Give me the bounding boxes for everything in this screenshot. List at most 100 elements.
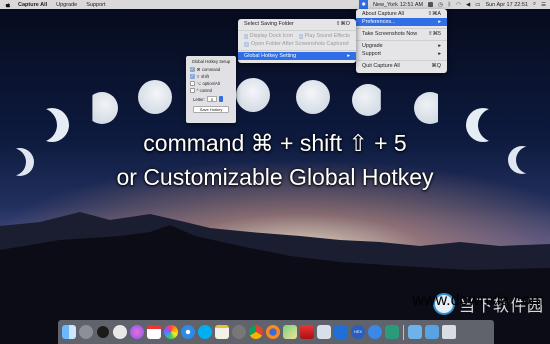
calendar-icon[interactable] [147, 325, 161, 339]
menu-item-label: About Capture All [362, 11, 404, 17]
menu-item-global-hotkey-setting[interactable]: Global Hotkey Setting ▸ [238, 52, 356, 60]
itunes-icon[interactable] [130, 325, 144, 339]
option-alt[interactable]: ⌥ option/Alt [186, 80, 236, 87]
bluetooth-icon[interactable]: ᛒ [448, 2, 451, 8]
menu-app-name[interactable]: Capture All [18, 2, 47, 8]
menu-shortcut: ⌘Q [431, 63, 441, 69]
settings-icon[interactable] [232, 325, 246, 339]
downloads-icon[interactable] [425, 325, 439, 339]
menu-item-quit[interactable]: Quit Capture All ⌘Q [356, 62, 447, 70]
checkbox-checked-icon[interactable]: ✓ [244, 41, 249, 47]
safari-icon[interactable] [181, 325, 195, 339]
letter-dropdown-icon[interactable] [218, 96, 223, 102]
caption-line-1: command ⌘ + shift ⇧ + 5 [143, 130, 407, 156]
volume-icon[interactable]: ◀ [466, 2, 470, 8]
menu-item-preferences[interactable]: Preferences... ▸ [356, 18, 447, 26]
menu-item-label: Open Folder After Screenshots Captured [251, 41, 349, 47]
checkbox-checked-icon[interactable]: ✓ [244, 33, 248, 39]
letter-label: Letter: [193, 96, 205, 102]
watermark-url: www.downxia.com [412, 292, 544, 309]
trash-icon[interactable] [442, 325, 456, 339]
timemachine-icon[interactable]: ◷ [438, 2, 443, 8]
menu-separator [356, 39, 447, 41]
timezone-clock[interactable]: New_York 12:51 AM [373, 2, 423, 8]
menu-item-label: Preferences... [362, 19, 396, 25]
menu-item-take-screenshots[interactable]: Take Screenshots Now ⇧⌘5 [356, 30, 447, 38]
option-label: ⌥ option/Alt [196, 81, 220, 86]
chrome-icon[interactable] [249, 325, 263, 339]
moon-phase [236, 78, 270, 112]
finder-icon[interactable] [62, 325, 76, 339]
app-dropdown-menu: About Capture All ⇧⌘A Preferences... ▸ Tak… [356, 9, 447, 73]
panel-title: Global Hotkey Setup [191, 59, 231, 64]
dock-separator [403, 324, 404, 340]
capture-all-status-icon[interactable]: ✸ [359, 0, 368, 9]
menu-shortcut: ⇧⌘A [427, 11, 441, 17]
menu-item-label: Upgrade [362, 43, 383, 49]
menu-support[interactable]: Support [86, 2, 105, 8]
preview-icon[interactable] [317, 325, 331, 339]
photos-icon[interactable] [164, 325, 178, 339]
dashboard-icon[interactable] [96, 325, 110, 339]
menu-separator [238, 49, 356, 51]
notification-center-icon[interactable]: ☰ [541, 2, 546, 8]
search-icon[interactable]: ⌕ [533, 1, 536, 8]
preferences-submenu: Select Saving Folder ⇧⌘O ✓ Display Dock I… [238, 19, 356, 63]
caption-line-2: or Customizable Global Hotkey [116, 164, 434, 190]
option-label: ^ control [196, 88, 213, 93]
letter-field[interactable]: 5 [206, 96, 217, 102]
quicktime-icon[interactable] [368, 325, 382, 339]
hex-icon[interactable]: HEX [351, 325, 365, 339]
option-control[interactable]: ^ control [186, 87, 236, 94]
moon-phase [296, 80, 330, 114]
firefox-icon[interactable] [266, 325, 280, 339]
menu-item-display-dock-icon[interactable]: ✓ Display Dock Icon ✓ Play Sound Effects [238, 32, 356, 40]
battery-icon[interactable]: ▭ [475, 2, 480, 8]
menu-item-label: Support [362, 51, 381, 57]
menu-item-select-saving-folder[interactable]: Select Saving Folder ⇧⌘O [238, 20, 356, 28]
moon-phase [138, 80, 172, 114]
wifi-icon[interactable]: ◠ [456, 2, 461, 8]
menu-item-label: Play Sound Effects [304, 33, 350, 39]
checkbox-unchecked-icon[interactable] [190, 81, 195, 86]
menu-item-open-folder-after[interactable]: ✓ Open Folder After Screenshots Captured [238, 40, 356, 48]
menu-shortcut: ⇧⌘5 [428, 31, 441, 37]
menu-bar: Capture All Upgrade Support ✸ New_York 1… [0, 0, 550, 9]
maps-icon[interactable] [283, 325, 297, 339]
app-icon[interactable] [300, 325, 314, 339]
status-icon[interactable] [428, 2, 434, 7]
menu-item-label: Global Hotkey Setting [244, 53, 297, 59]
menu-item-label: Take Screenshots Now [362, 31, 418, 37]
option-shift[interactable]: ✓ ⇧ shift [186, 73, 236, 80]
save-hotkey-button[interactable]: Save Hotkey [193, 106, 229, 113]
folder-icon[interactable] [408, 325, 422, 339]
apple-icon[interactable] [5, 2, 11, 8]
checkbox-checked-icon[interactable]: ✓ [190, 74, 195, 79]
checkbox-unchecked-icon[interactable] [190, 88, 195, 93]
submenu-arrow-icon: ▸ [438, 51, 441, 57]
clock-icon[interactable] [113, 325, 127, 339]
skype-icon[interactable] [198, 325, 212, 339]
menu-item-about[interactable]: About Capture All ⇧⌘A [356, 10, 447, 18]
timezone-label: New_York [372, 1, 398, 8]
capture-icon[interactable] [385, 325, 399, 339]
notes-icon[interactable] [215, 325, 229, 339]
menu-item-label: Display Dock Icon [249, 33, 293, 39]
checkbox-checked-icon[interactable]: ✓ [298, 33, 303, 39]
moon-phase [352, 84, 381, 116]
checkbox-checked-icon[interactable]: ✓ [190, 67, 195, 72]
menu-separator [356, 59, 447, 61]
menu-upgrade[interactable]: Upgrade [56, 2, 77, 8]
global-hotkey-panel: Global Hotkey Setup ✓ ⌘ command ✓ ⇧ shift … [186, 56, 236, 123]
books-icon[interactable] [334, 325, 348, 339]
option-label: ⇧ shift [196, 74, 209, 79]
menu-shortcut: ⇧⌘O [335, 21, 350, 27]
menu-separator [356, 27, 447, 29]
menu-separator [238, 29, 356, 31]
menu-clock[interactable]: Sun Apr 17 22:51 [485, 2, 528, 8]
menu-item-label: Quit Capture All [362, 63, 400, 69]
menu-item-support[interactable]: Support ▸ [356, 50, 447, 58]
option-command[interactable]: ✓ ⌘ command [186, 66, 236, 73]
menu-item-upgrade[interactable]: Upgrade ▸ [356, 42, 447, 50]
launchpad-icon[interactable] [79, 325, 93, 339]
